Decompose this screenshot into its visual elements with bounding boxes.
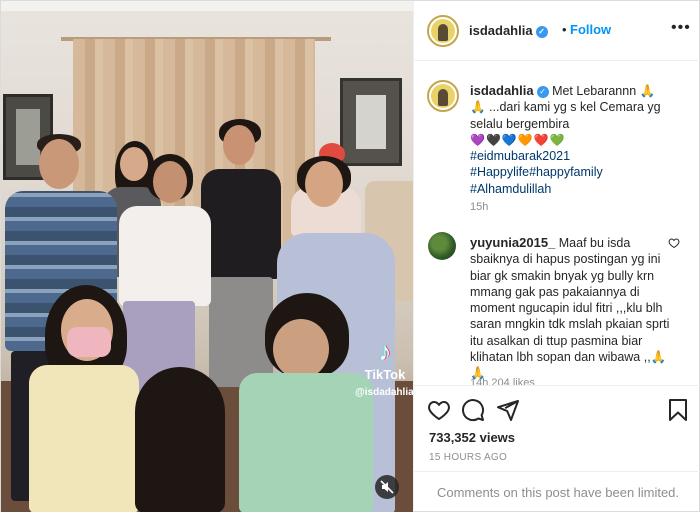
avatar[interactable]	[427, 15, 459, 47]
comment-icon[interactable]	[461, 398, 485, 422]
follow-button[interactable]: Follow	[570, 22, 611, 37]
header-username: isdadahlia	[469, 23, 533, 38]
verified-badge-icon: ✓	[536, 85, 549, 98]
comment-meta: 14h 204 likes	[470, 377, 535, 385]
heart-icon[interactable]	[427, 398, 451, 422]
post-header: isdadahlia ✓ • Follow •••	[414, 1, 700, 61]
header-username-link[interactable]: isdadahlia ✓	[469, 23, 548, 38]
caption-hearts: 💜🖤💙🧡❤️💚	[470, 132, 566, 147]
verified-badge-icon: ✓	[535, 25, 548, 38]
bookmark-icon[interactable]	[666, 398, 690, 422]
comment-like-heart-icon[interactable]	[668, 237, 680, 249]
mute-button[interactable]	[375, 475, 399, 499]
views-count[interactable]: 733,352 views	[429, 430, 515, 445]
comments-limited-notice: Comments on this post have been limited.	[414, 471, 700, 512]
post-time: 15 HOURS AGO	[429, 452, 508, 463]
comment: yuyunia2015_ Maaf bu isda sbaiknya di ha…	[470, 235, 670, 382]
caption-avatar[interactable]	[427, 80, 459, 112]
post-sidebar: isdadahlia ✓ • Follow ••• isdadahlia ✓ Met…	[413, 1, 700, 512]
tiktok-handle: @isdadahlia	[355, 387, 413, 398]
hashtag-link[interactable]: #eidmubarak2021	[470, 148, 684, 164]
caption-text-line2: 🙏 ...dari kami yg s kel Cemara yg selalu…	[470, 100, 661, 131]
tiktok-watermark: ♪ TikTok	[361, 337, 409, 382]
tiktok-brand: TikTok	[364, 367, 406, 382]
more-options-icon[interactable]: •••	[671, 19, 691, 37]
comment-username[interactable]: yuyunia2015_	[470, 235, 555, 250]
comment-avatar[interactable]	[428, 232, 456, 260]
hashtag-link[interactable]: #Alhamdulillah	[470, 181, 684, 197]
caption: isdadahlia ✓ Met Lebarannn 🙏 🙏 ...dari ka…	[470, 83, 684, 197]
comment-text: Maaf bu isda sbaiknya di hapus postingan…	[470, 236, 670, 381]
caption-time: 15h	[470, 201, 489, 213]
header-separator: •	[562, 22, 567, 37]
mute-icon	[380, 480, 394, 494]
share-icon[interactable]	[496, 398, 520, 422]
comments-area[interactable]: isdadahlia ✓ Met Lebarannn 🙏 🙏 ...dari ka…	[414, 61, 700, 385]
wall-frame-right	[340, 78, 402, 166]
post-video[interactable]: ♪ TikTok @isdadahlia	[1, 1, 413, 512]
caption-text-line1: Met Lebarannn 🙏	[552, 84, 656, 98]
hashtag-link[interactable]: #Happylife#happyfamily	[470, 164, 684, 180]
action-bar: 733,352 views 15 HOURS AGO	[414, 385, 700, 481]
tiktok-logo-icon: ♪	[378, 336, 392, 366]
caption-username[interactable]: isdadahlia	[470, 83, 534, 98]
instagram-post: ♪ TikTok @isdadahlia isdadahlia ✓ • Follo…	[0, 0, 700, 512]
